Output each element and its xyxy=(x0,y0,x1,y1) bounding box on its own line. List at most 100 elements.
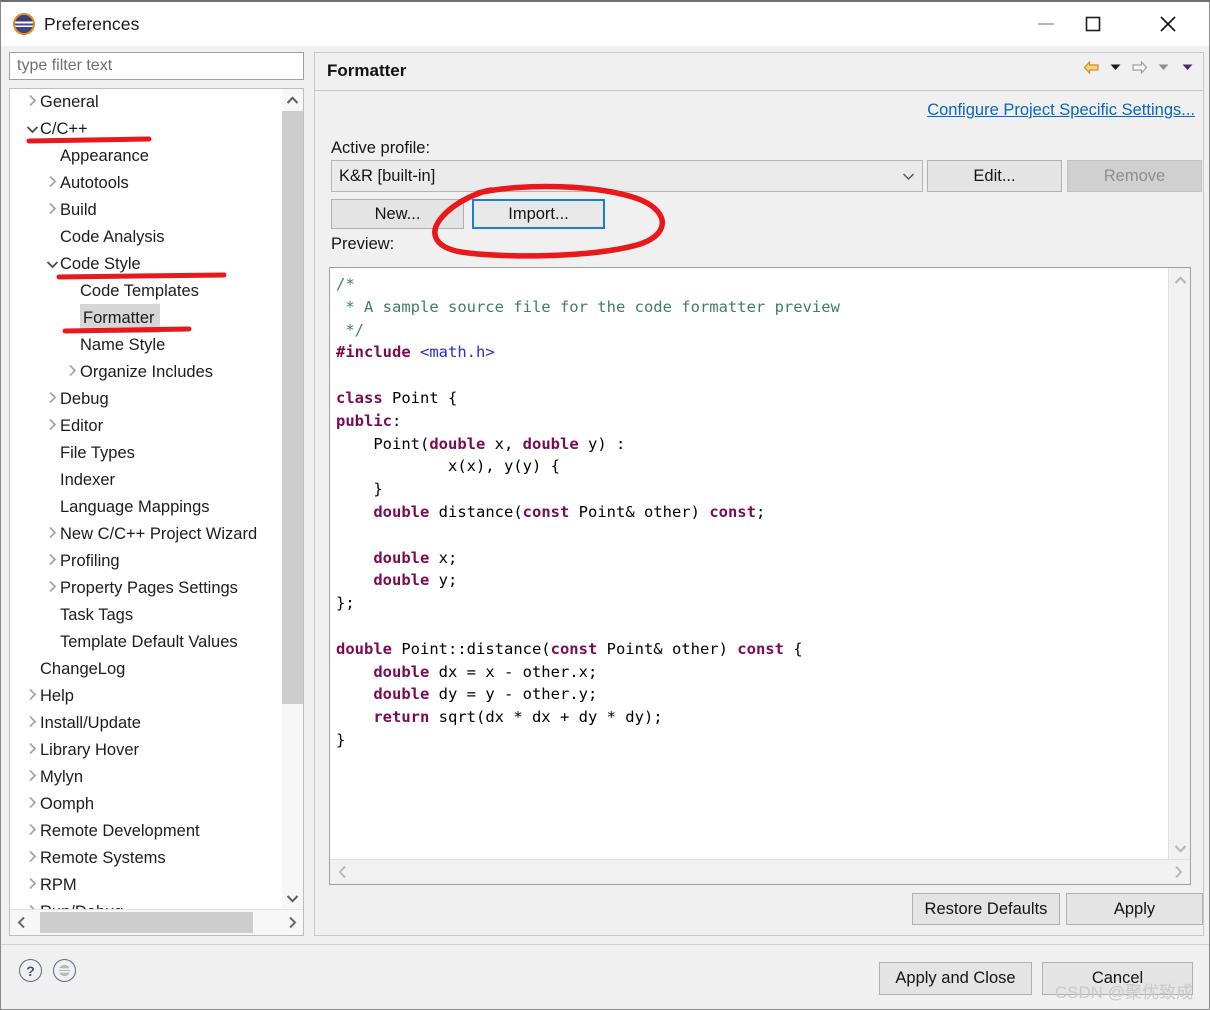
sidebar-item-label: Template Default Values xyxy=(60,633,238,651)
chevron-right-icon[interactable] xyxy=(24,899,40,909)
apply-button[interactable]: Apply xyxy=(1066,893,1203,925)
sidebar-item-indexer[interactable]: Indexer xyxy=(10,467,284,494)
sidebar-item-appearance[interactable]: Appearance xyxy=(10,143,284,170)
chevron-down-icon[interactable] xyxy=(24,116,40,143)
chevron-down-icon[interactable] xyxy=(44,251,60,278)
page-title: Formatter xyxy=(327,61,407,80)
menu-dropdown-icon[interactable] xyxy=(1176,57,1198,77)
minimize-button[interactable] xyxy=(1023,2,1069,46)
sidebar-item-debug[interactable]: Debug xyxy=(10,386,284,413)
import-profile-button[interactable]: Import... xyxy=(472,199,605,229)
sidebar-item-file-types[interactable]: File Types xyxy=(10,440,284,467)
back-arrow-icon[interactable] xyxy=(1080,57,1102,77)
sidebar-item-organize-includes[interactable]: Organize Includes xyxy=(10,359,284,386)
scroll-left-icon[interactable] xyxy=(10,910,32,935)
back-dropdown-icon[interactable] xyxy=(1104,57,1126,77)
scroll-right-icon[interactable] xyxy=(281,910,303,935)
sidebar-item-task-tags[interactable]: Task Tags xyxy=(10,602,284,629)
active-profile-value: K&R [built-in] xyxy=(339,166,436,185)
chevron-down-icon xyxy=(894,172,922,181)
filter-input[interactable] xyxy=(9,52,304,80)
eclipse-small-icon[interactable] xyxy=(53,959,76,982)
close-button[interactable] xyxy=(1145,2,1191,46)
configure-project-specific-settings-link[interactable]: Configure Project Specific Settings... xyxy=(927,101,1195,120)
preview-scroll-right-icon[interactable] xyxy=(1166,860,1190,884)
edit-profile-button[interactable]: Edit... xyxy=(927,160,1062,192)
tree-hscrollbar-thumb[interactable] xyxy=(40,912,253,933)
chevron-right-icon[interactable] xyxy=(44,521,60,548)
maximize-button[interactable] xyxy=(1070,2,1116,46)
sidebar-item-label: Appearance xyxy=(60,147,149,165)
preview-vertical-scrollbar[interactable] xyxy=(1168,268,1190,860)
forward-arrow-icon[interactable] xyxy=(1128,57,1150,77)
sidebar-item-library-hover[interactable]: Library Hover xyxy=(10,737,284,764)
tree-vertical-scrollbar[interactable] xyxy=(282,89,303,909)
chevron-right-icon[interactable] xyxy=(44,548,60,575)
new-profile-button[interactable]: New... xyxy=(331,199,464,229)
forward-dropdown-icon[interactable] xyxy=(1152,57,1174,77)
chevron-right-icon[interactable] xyxy=(44,413,60,440)
sidebar-item-build[interactable]: Build xyxy=(10,197,284,224)
chevron-right-icon[interactable] xyxy=(44,170,60,197)
footer-icons: ? xyxy=(19,959,76,982)
chevron-right-icon[interactable] xyxy=(24,737,40,764)
chevron-right-icon[interactable] xyxy=(24,683,40,710)
chevron-right-icon[interactable] xyxy=(24,845,40,872)
chevron-right-icon[interactable] xyxy=(24,872,40,899)
sidebar-item-label: File Types xyxy=(60,444,135,462)
chevron-right-icon[interactable] xyxy=(24,710,40,737)
sidebar-item-language-mappings[interactable]: Language Mappings xyxy=(10,494,284,521)
active-profile-dropdown[interactable]: K&R [built-in] xyxy=(331,160,923,192)
tree-horizontal-scrollbar[interactable] xyxy=(10,909,303,935)
sidebar-item-template-default-values[interactable]: Template Default Values xyxy=(10,629,284,656)
preview-scroll-down-icon[interactable] xyxy=(1169,836,1190,860)
sidebar-item-remote-development[interactable]: Remote Development xyxy=(10,818,284,845)
sidebar-item-help[interactable]: Help xyxy=(10,683,284,710)
sidebar-item-autotools[interactable]: Autotools xyxy=(10,170,284,197)
chevron-right-icon[interactable] xyxy=(24,89,40,116)
preview-scroll-up-icon[interactable] xyxy=(1169,268,1190,292)
sidebar-item-code-templates[interactable]: Code Templates xyxy=(10,278,284,305)
tree-scrollbar-thumb[interactable] xyxy=(282,111,303,704)
chevron-right-icon[interactable] xyxy=(64,359,80,386)
sidebar-item-remote-systems[interactable]: Remote Systems xyxy=(10,845,284,872)
sidebar-item-new-c-c-project-wizard[interactable]: New C/C++ Project Wizard xyxy=(10,521,284,548)
sidebar-item-changelog[interactable]: ChangeLog xyxy=(10,656,284,683)
restore-defaults-button[interactable]: Restore Defaults xyxy=(912,893,1060,925)
sidebar-item-property-pages-settings[interactable]: Property Pages Settings xyxy=(10,575,284,602)
sidebar-item-label: Autotools xyxy=(60,174,129,192)
sidebar-item-install-update[interactable]: Install/Update xyxy=(10,710,284,737)
sidebar-item-formatter[interactable]: Formatter xyxy=(10,304,284,333)
chevron-right-icon[interactable] xyxy=(24,818,40,845)
sidebar-item-label: Profiling xyxy=(60,552,120,570)
sidebar-item-code-analysis[interactable]: Code Analysis xyxy=(10,224,284,251)
question-mark-icon[interactable]: ? xyxy=(19,959,42,982)
sidebar-item-editor[interactable]: Editor xyxy=(10,413,284,440)
code-preview-text: /* * A sample source file for the code f… xyxy=(336,275,840,749)
sidebar-item-rpm[interactable]: RPM xyxy=(10,872,284,899)
sidebar-item-mylyn[interactable]: Mylyn xyxy=(10,764,284,791)
sidebar-item-general[interactable]: General xyxy=(10,89,284,116)
sidebar-item-profiling[interactable]: Profiling xyxy=(10,548,284,575)
scroll-up-icon[interactable] xyxy=(282,89,303,111)
sidebar-item-oomph[interactable]: Oomph xyxy=(10,791,284,818)
sidebar-item-label: Editor xyxy=(60,417,104,435)
chevron-right-icon[interactable] xyxy=(44,575,60,602)
sidebar-item-label: Organize Includes xyxy=(80,363,213,381)
chevron-right-icon[interactable] xyxy=(44,386,60,413)
preferences-dialog: Preferences General C/C++ Appearance Autoto… xyxy=(0,0,1210,1010)
chevron-right-icon[interactable] xyxy=(24,764,40,791)
sidebar-item-label: Build xyxy=(60,201,97,219)
sidebar-item-label: Property Pages Settings xyxy=(60,579,238,597)
preview-horizontal-scrollbar[interactable] xyxy=(330,859,1190,884)
apply-and-close-button[interactable]: Apply and Close xyxy=(879,962,1032,995)
scroll-down-icon[interactable] xyxy=(282,887,303,909)
sidebar-item-name-style[interactable]: Name Style xyxy=(10,332,284,359)
preview-scroll-left-icon[interactable] xyxy=(330,860,354,884)
sidebar-item-code-style[interactable]: Code Style xyxy=(10,251,284,278)
sidebar-item-run-debug[interactable]: Run/Debug xyxy=(10,899,284,909)
chevron-right-icon[interactable] xyxy=(24,791,40,818)
eclipse-icon xyxy=(13,13,35,35)
chevron-right-icon[interactable] xyxy=(44,197,60,224)
sidebar-item-c-c[interactable]: C/C++ xyxy=(10,116,284,143)
